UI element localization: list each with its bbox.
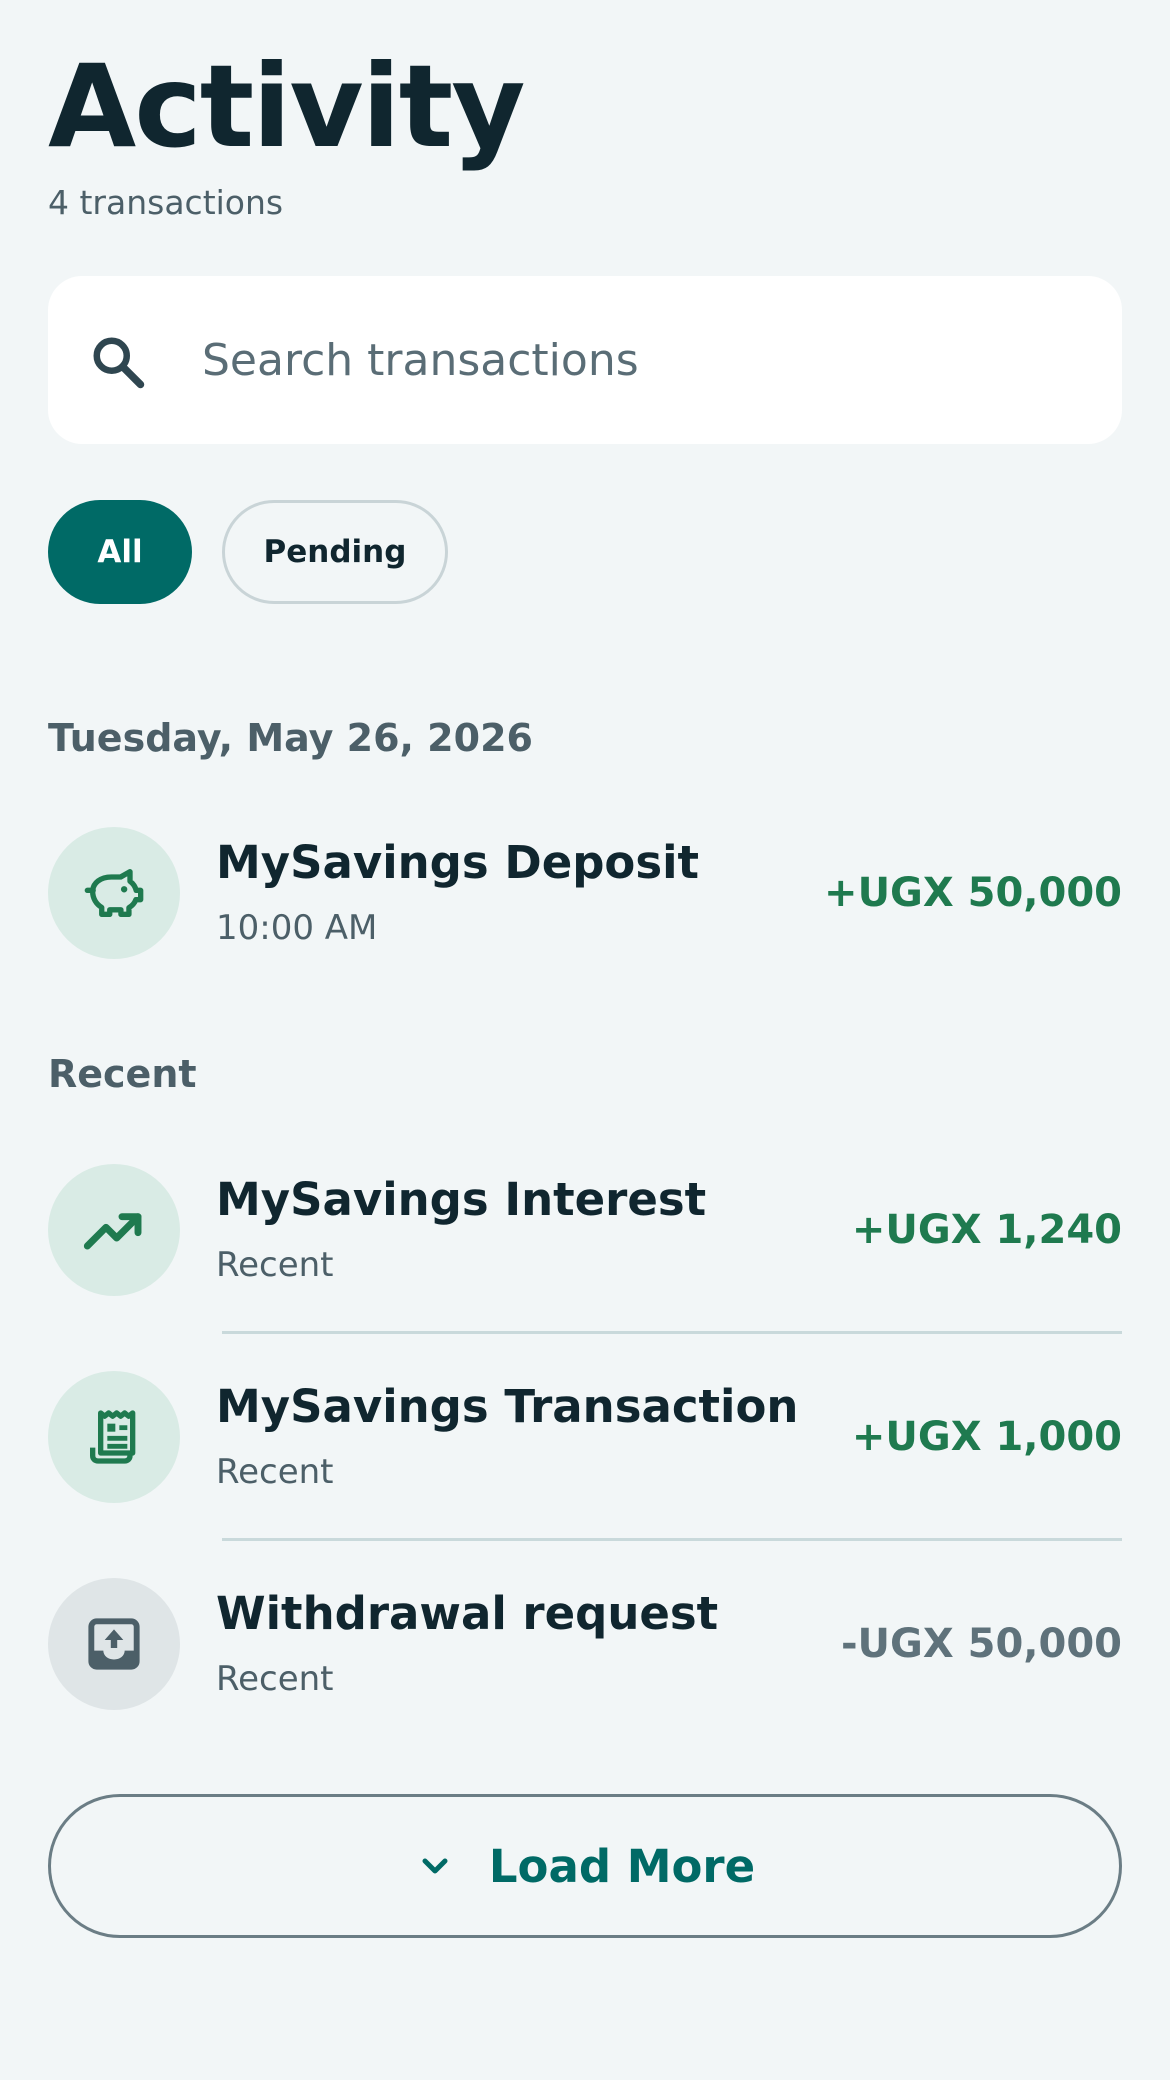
transaction-icon [48, 827, 180, 959]
transaction-name: MySavings Transaction [216, 1380, 799, 1433]
transaction-row[interactable]: MySavings Deposit 10:00 AM +UGX 50,000 [48, 827, 1122, 959]
transaction-name: MySavings Interest [216, 1173, 707, 1226]
receipt-icon [90, 1410, 136, 1464]
transaction-icon [48, 1371, 180, 1503]
search-bar[interactable] [48, 276, 1122, 444]
transaction-amount: +UGX 1,240 [851, 1207, 1122, 1253]
trending-up-icon [83, 1213, 142, 1250]
page-title: Activity [48, 40, 526, 173]
filter-chip-all[interactable]: All [48, 500, 192, 604]
search-icon [93, 337, 145, 389]
transaction-amount: -UGX 50,000 [840, 1621, 1122, 1667]
transaction-amount: +UGX 50,000 [824, 870, 1122, 916]
search-input[interactable] [202, 324, 1082, 396]
transaction-time: 10:00 AM [216, 908, 378, 948]
divider [222, 1331, 1122, 1334]
transaction-name: MySavings Deposit [216, 836, 700, 889]
transaction-time: Recent [216, 1659, 334, 1699]
transaction-time: Recent [216, 1245, 334, 1285]
transaction-icon [48, 1578, 180, 1710]
section-header-recent: Recent [48, 1052, 197, 1096]
outbox-upload-icon [88, 1618, 140, 1670]
divider [222, 1538, 1122, 1541]
piggy-bank-icon [84, 869, 144, 917]
filter-chip-pending[interactable]: Pending [222, 500, 448, 604]
load-more-label: Load More [488, 1839, 756, 1893]
section-header-date: Tuesday, May 26, 2026 [48, 716, 533, 760]
transaction-time: Recent [216, 1452, 334, 1492]
transaction-row[interactable]: Withdrawal request Recent -UGX 50,000 [48, 1578, 1122, 1710]
transaction-name: Withdrawal request [216, 1587, 719, 1640]
transaction-row[interactable]: MySavings Interest Recent +UGX 1,240 [48, 1164, 1122, 1296]
chevron-down-icon [422, 1858, 448, 1874]
transaction-icon [48, 1164, 180, 1296]
load-more-button[interactable]: Load More [48, 1794, 1122, 1938]
transaction-row[interactable]: MySavings Transaction Recent +UGX 1,000 [48, 1371, 1122, 1503]
transaction-count: 4 transactions [48, 183, 284, 222]
transaction-amount: +UGX 1,000 [851, 1414, 1122, 1460]
